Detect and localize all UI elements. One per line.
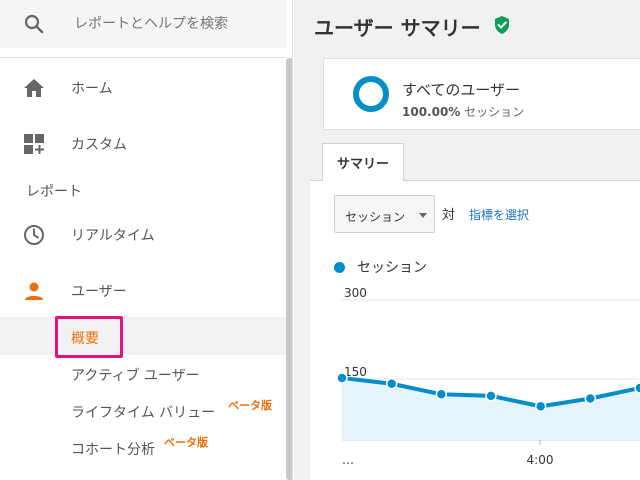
search-icon	[24, 14, 44, 34]
verified-shield-icon	[495, 16, 509, 34]
sidebar-scrollbar[interactable]	[286, 58, 292, 480]
segment-percentage: 100.00% セッション	[402, 103, 524, 120]
person-icon	[25, 282, 43, 300]
chevron-down-icon	[419, 213, 427, 218]
data-point	[534, 400, 547, 413]
sidebar-divider	[0, 57, 286, 58]
data-point	[385, 377, 398, 390]
sidebar-item-label: カスタム	[71, 137, 127, 153]
series-area	[342, 377, 640, 440]
beta-badge: ベータ版	[228, 399, 272, 412]
highlight-box	[55, 316, 123, 358]
tab-summary[interactable]: サマリー	[322, 143, 404, 181]
sidebar: レポートとヘルプを検索 ホーム カスタム レポート リアルタイム ユーザー 概要…	[0, 0, 293, 480]
legend-dot	[334, 262, 345, 273]
segment-card[interactable]: すべてのユーザー 100.00% セッション	[323, 58, 640, 130]
segment-percent-value: 100.00%	[402, 105, 461, 119]
x-tick-label: 4:00	[527, 453, 554, 467]
sidebar-subitem-cohort[interactable]: コホート分析	[71, 439, 155, 459]
sidebar-subitem-active-users[interactable]: アクティブ ユーザー	[71, 365, 200, 385]
vs-label: 対	[442, 208, 456, 223]
data-point	[584, 392, 597, 405]
x-tick-label: …	[342, 453, 354, 467]
data-point	[435, 388, 448, 401]
sidebar-item-label: リアルタイム	[71, 228, 155, 244]
legend-label: セッション	[357, 260, 427, 276]
page-title: ユーザー サマリー	[314, 16, 481, 40]
segment-name: すべてのユーザー	[402, 81, 521, 99]
metric-select[interactable]: セッション	[334, 195, 435, 233]
data-point	[485, 390, 497, 402]
sessions-line-chart: 300150… 4:00	[336, 288, 640, 467]
sidebar-item-custom[interactable]: カスタム	[0, 122, 286, 166]
segment-ring-icon	[353, 76, 389, 112]
clock-icon	[24, 225, 44, 245]
sidebar-item-label: ユーザー	[71, 284, 127, 300]
report-search[interactable]: レポートとヘルプを検索	[0, 0, 286, 48]
sidebar-item-users[interactable]: ユーザー	[0, 269, 286, 313]
search-placeholder[interactable]: レポートとヘルプを検索	[74, 13, 228, 33]
metric-select-value: セッション	[345, 210, 406, 224]
home-icon	[24, 79, 44, 97]
sidebar-item-realtime[interactable]: リアルタイム	[0, 213, 286, 257]
choose-metric-link[interactable]: 指標を選択	[469, 206, 529, 223]
beta-badge: ベータ版	[164, 436, 208, 449]
y-tick-label: 300	[344, 288, 367, 300]
sidebar-item-home[interactable]: ホーム	[0, 66, 286, 110]
data-point	[336, 372, 348, 384]
reports-section-label: レポート	[26, 184, 82, 200]
data-point	[634, 382, 640, 394]
active-item-background	[0, 317, 286, 355]
dashboard-add-icon	[24, 134, 44, 154]
sidebar-subitem-lifetime-value[interactable]: ライフタイム バリュー	[71, 402, 215, 422]
sidebar-item-label: ホーム	[71, 81, 113, 97]
segment-percent-unit: セッション	[464, 105, 525, 119]
